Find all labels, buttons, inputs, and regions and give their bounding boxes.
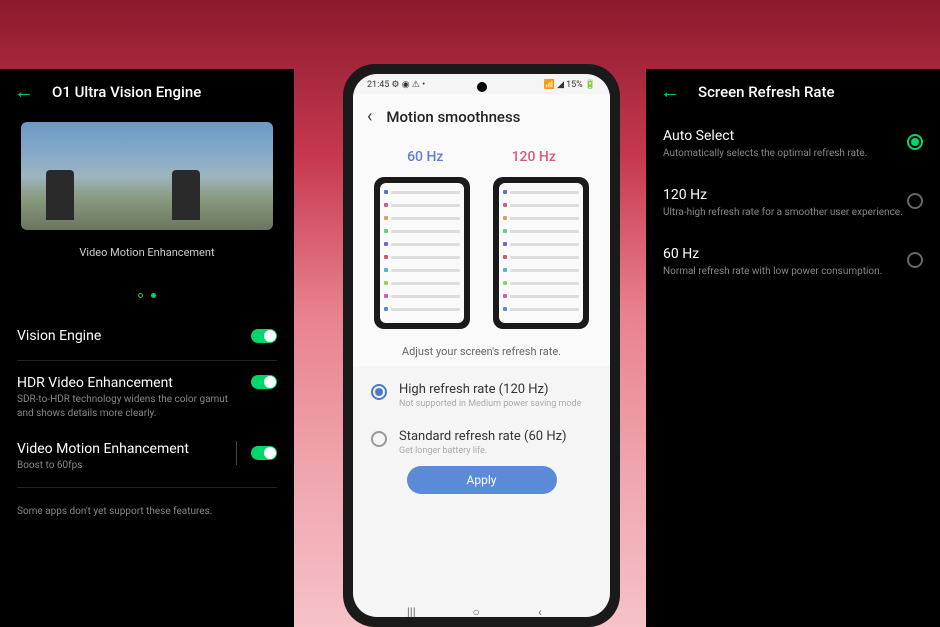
vme-row: Video Motion Enhancement Boost to 60fps [0, 431, 294, 483]
refresh-auto-desc: Automatically selects the optimal refres… [663, 148, 907, 159]
apply-button[interactable]: Apply [407, 466, 557, 494]
hdr-text: HDR Video Enhancement SDR-to-HDR technol… [17, 375, 251, 421]
refresh-60hz[interactable]: 60 Hz Normal refresh rate with low power… [646, 232, 940, 291]
right-panel-title: Screen Refresh Rate [698, 83, 835, 101]
left-header: ← O1 Ultra Vision Engine [0, 69, 294, 114]
option-high-title: High refresh rate (120 Hz) [399, 382, 592, 397]
option-high-text: High refresh rate (120 Hz) Not supported… [399, 382, 592, 409]
hz-60-label: 60 Hz [407, 149, 443, 165]
divider [17, 487, 277, 488]
radio-60[interactable] [907, 252, 923, 268]
radio-auto[interactable] [907, 134, 923, 150]
left-panel-title: O1 Ultra Vision Engine [52, 83, 201, 101]
radio-high[interactable] [371, 384, 387, 400]
refresh-120-text: 120 Hz Ultra-high refresh rate for a smo… [663, 187, 907, 218]
page-indicator [0, 283, 294, 302]
nav-recent-icon[interactable]: ||| [407, 605, 425, 607]
vme-toggle-wrap [236, 441, 277, 465]
refresh-60-text: 60 Hz Normal refresh rate with low power… [663, 246, 907, 277]
phone-device: 21:45 ⚙ ◉ ⚠ • 📶 ◢ 15% 🔋 ‹ Motion smoothn… [343, 64, 620, 627]
footer-note: Some apps don't yet support these featur… [0, 492, 294, 531]
nav-back-icon[interactable]: ‹ [538, 605, 556, 607]
hdr-title: HDR Video Enhancement [17, 375, 241, 391]
hdr-enhancement-row: HDR Video Enhancement SDR-to-HDR technol… [0, 365, 294, 431]
hz-compare-labels: 60 Hz 120 Hz [353, 135, 610, 173]
phone-screen: 21:45 ⚙ ◉ ⚠ • 📶 ◢ 15% 🔋 ‹ Motion smoothn… [353, 74, 610, 617]
dot-1[interactable] [138, 293, 143, 298]
back-arrow-icon[interactable]: ← [660, 79, 680, 104]
hz-120-label: 120 Hz [512, 149, 556, 165]
vision-engine-row: Vision Engine [0, 316, 294, 356]
phone-back-icon[interactable]: ‹ [367, 106, 372, 127]
divider [17, 360, 277, 361]
vision-engine-toggle[interactable] [251, 329, 277, 343]
option-standard-sub: Get longer battery life. [399, 446, 592, 456]
right-header: ← Screen Refresh Rate [646, 69, 940, 114]
vme-desc: Boost to 60fps [17, 459, 228, 473]
camera-notch [477, 82, 487, 92]
refresh-auto-title: Auto Select [663, 128, 907, 144]
refresh-options: High refresh rate (120 Hz) Not supported… [353, 366, 610, 518]
left-settings-panel: ← O1 Ultra Vision Engine Video Motion En… [0, 69, 294, 627]
option-high-refresh[interactable]: High refresh rate (120 Hz) Not supported… [367, 372, 596, 419]
battery-percent: 15% [566, 80, 583, 90]
dot-2[interactable] [151, 293, 156, 298]
preview-right-half [147, 122, 273, 230]
hdr-desc: SDR-to-HDR technology widens the color g… [17, 393, 241, 421]
phone-header: ‹ Motion smoothness [353, 94, 610, 135]
preview-caption: Video Motion Enhancement [0, 246, 294, 259]
mock-phones-compare [353, 173, 610, 337]
radio-120[interactable] [907, 193, 923, 209]
refresh-120hz[interactable]: 120 Hz Ultra-high refresh rate for a smo… [646, 173, 940, 232]
refresh-120-desc: Ultra-high refresh rate for a smoother u… [663, 207, 907, 218]
preview-left-half [21, 122, 147, 230]
status-time: 21:45 [367, 80, 389, 90]
option-standard-refresh[interactable]: Standard refresh rate (60 Hz) Get longer… [367, 419, 596, 466]
mock-screen-60 [380, 183, 464, 323]
mock-phone-120 [493, 177, 589, 329]
battery-icon: 🔋 [585, 80, 596, 90]
radio-standard[interactable] [371, 431, 387, 447]
refresh-auto-select[interactable]: Auto Select Automatically selects the op… [646, 114, 940, 173]
android-navbar: ||| ○ ‹ [353, 595, 610, 617]
option-standard-text: Standard refresh rate (60 Hz) Get longer… [399, 429, 592, 456]
apply-label: Apply [467, 473, 497, 487]
statusbar-right: 📶 ◢ 15% 🔋 [544, 80, 596, 90]
refresh-60-title: 60 Hz [663, 246, 907, 262]
back-arrow-icon[interactable]: ← [14, 79, 34, 104]
mock-phone-60 [374, 177, 470, 329]
hdr-toggle[interactable] [251, 375, 277, 389]
refresh-auto-text: Auto Select Automatically selects the op… [663, 128, 907, 159]
vme-text: Video Motion Enhancement Boost to 60fps [17, 441, 238, 473]
mock-screen-120 [499, 183, 583, 323]
phone-page-title: Motion smoothness [386, 108, 520, 126]
refresh-120-title: 120 Hz [663, 187, 907, 203]
vme-title: Video Motion Enhancement [17, 441, 228, 457]
refresh-60-desc: Normal refresh rate with low power consu… [663, 266, 907, 277]
option-high-sub: Not supported in Medium power saving mod… [399, 399, 592, 409]
nav-home-icon[interactable]: ○ [472, 605, 490, 607]
preview-image [21, 122, 273, 230]
wifi-icon: 📶 ◢ [544, 80, 564, 90]
vme-toggle[interactable] [251, 446, 277, 460]
vision-engine-label: Vision Engine [17, 328, 101, 344]
option-standard-title: Standard refresh rate (60 Hz) [399, 429, 592, 444]
statusbar-left: 21:45 ⚙ ◉ ⚠ • [367, 80, 425, 90]
adjust-caption: Adjust your screen's refresh rate. [353, 337, 610, 366]
status-icons-left: ⚙ ◉ ⚠ • [391, 80, 425, 90]
right-settings-panel: ← Screen Refresh Rate Auto Select Automa… [646, 69, 940, 627]
